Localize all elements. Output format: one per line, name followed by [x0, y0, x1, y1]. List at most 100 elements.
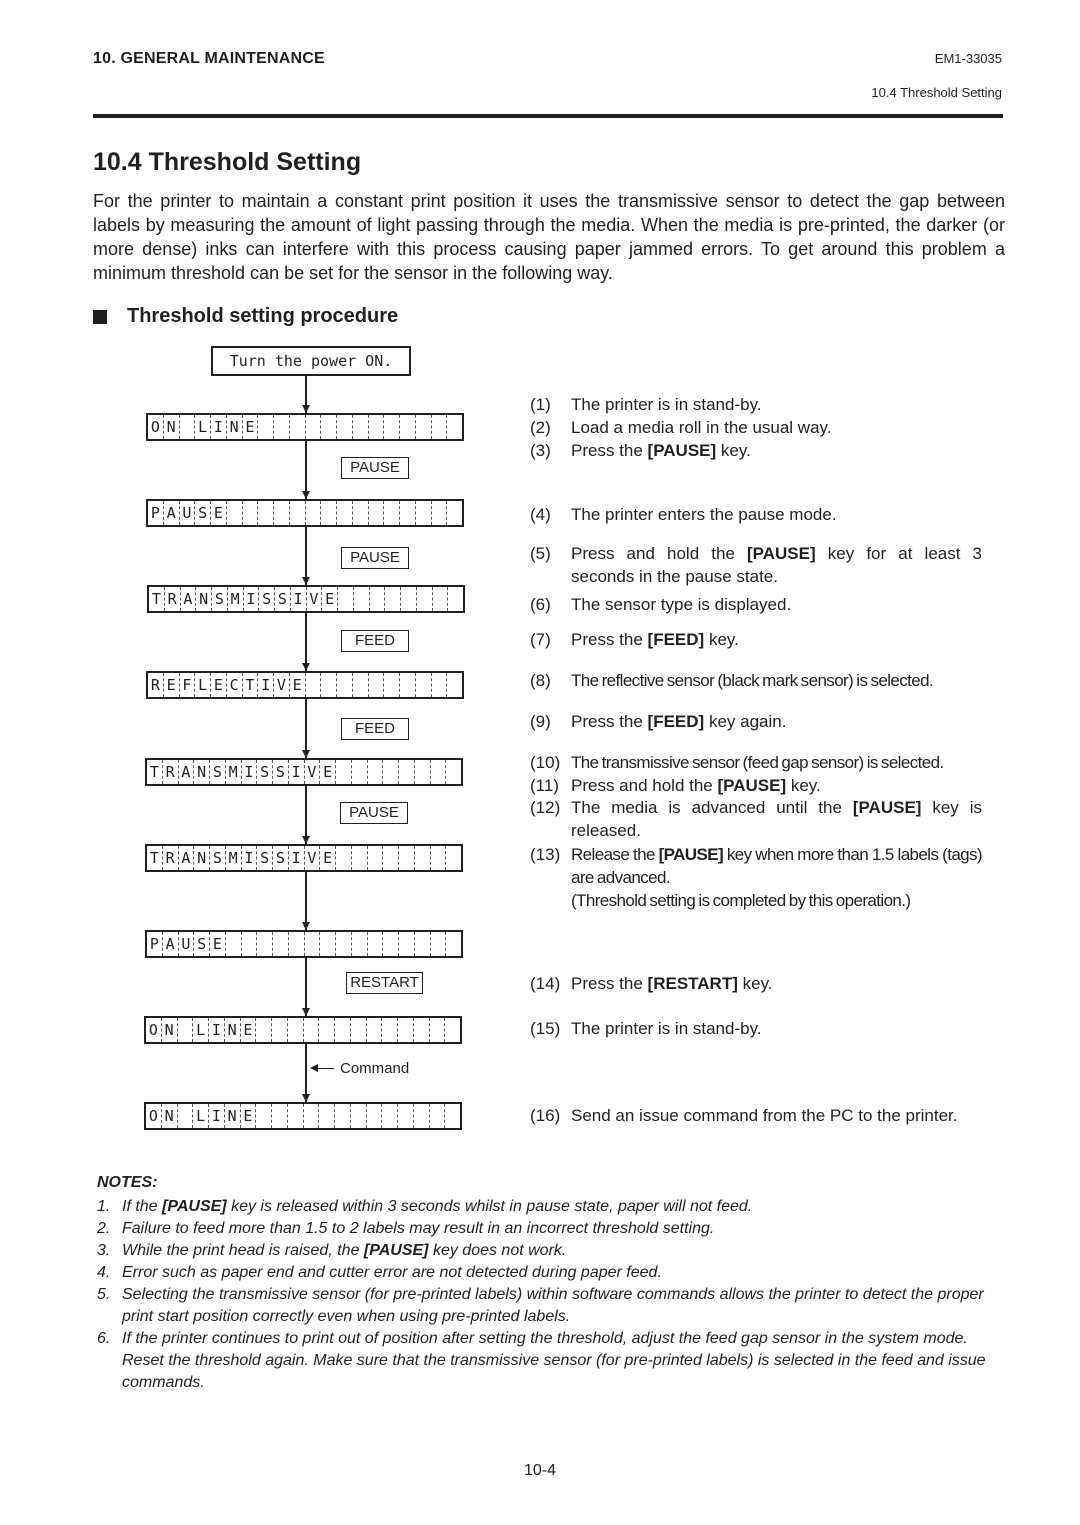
lcd-display: ON LINE: [144, 1016, 462, 1044]
lcd-char: [241, 501, 258, 525]
lcd-char: [445, 846, 461, 870]
lcd-char: A: [179, 587, 196, 611]
lcd-char: [225, 501, 242, 525]
lcd-char: [399, 501, 415, 525]
lcd-char: [381, 1018, 397, 1042]
lcd-char: [288, 501, 305, 525]
lcd-char: [351, 673, 368, 697]
lcd-char: [351, 415, 368, 439]
lcd-char: [273, 415, 289, 439]
lcd-char: R: [163, 587, 180, 611]
note-number: 4.: [97, 1264, 111, 1281]
lcd-char: [413, 760, 430, 784]
lcd-char: L: [194, 415, 210, 439]
arrow-down-icon: [302, 1008, 310, 1016]
lcd-char: I: [240, 760, 257, 784]
lcd-char: [428, 1104, 445, 1128]
lcd-char: S: [272, 846, 288, 870]
lcd-char: [286, 1018, 303, 1042]
step-item: (3) Press the [PAUSE] key.: [530, 439, 982, 462]
step-number: (5): [530, 544, 551, 563]
key-reference: [PAUSE]: [162, 1198, 227, 1215]
step-number: (6): [530, 595, 551, 614]
note-item: 3. While the print head is raised, the [P…: [97, 1240, 997, 1262]
lcd-char: S: [193, 932, 209, 956]
step-text: The transmissive sensor (feed gap sensor…: [571, 753, 944, 772]
lcd-char: [350, 760, 367, 784]
lcd-char: [381, 1104, 397, 1128]
step-item: (12) The media is advanced until the [PAU…: [530, 796, 982, 842]
lcd-char: [336, 501, 352, 525]
lcd-char: S: [209, 760, 225, 784]
arrow-down-icon: [302, 663, 310, 671]
command-label: Command: [340, 1060, 410, 1077]
lcd-char: [366, 846, 383, 870]
arrow-down-icon: [302, 1094, 310, 1102]
arrow-down-icon: [302, 577, 310, 585]
lcd-char: E: [321, 587, 337, 611]
step-text: Release the [PAUSE] key when more than 1…: [571, 845, 983, 910]
lcd-char: N: [195, 587, 211, 611]
lcd-char: L: [192, 1018, 208, 1042]
lcd-char: [272, 932, 288, 956]
step-number: (9): [530, 712, 551, 731]
lcd-char: M: [226, 587, 243, 611]
key-reference: [PAUSE]: [852, 798, 922, 817]
lcd-char: [336, 673, 352, 697]
lcd-char: I: [287, 846, 304, 870]
lcd-char: [320, 501, 336, 525]
lcd-char: [398, 932, 414, 956]
lcd-char: [367, 501, 384, 525]
lcd-char: E: [319, 846, 335, 870]
step-number: (8): [530, 671, 551, 690]
lcd-display: TRANSMISSIVE: [147, 585, 465, 613]
lcd-char: S: [274, 587, 290, 611]
lcd-char: [257, 501, 273, 525]
step-number: (10): [530, 753, 561, 772]
lcd-char: [350, 846, 367, 870]
lcd-char: [447, 587, 463, 611]
lcd-char: [352, 587, 369, 611]
lcd-char: [320, 673, 336, 697]
lcd-char: [365, 1018, 382, 1042]
lcd-char: N: [223, 1104, 240, 1128]
lcd-char: [304, 415, 321, 439]
step-number: (2): [530, 418, 551, 437]
step-text: Press the [FEED] key again.: [571, 712, 787, 731]
step-number: (4): [530, 505, 551, 524]
lcd-char: [383, 415, 399, 439]
note-number: 1.: [97, 1198, 111, 1215]
lcd-char: R: [150, 676, 160, 694]
key-reference: [PAUSE]: [647, 441, 717, 460]
step-item: (15) The printer is in stand-by.: [530, 1017, 982, 1040]
lcd-char: N: [160, 1104, 177, 1128]
key-reference: [PAUSE]: [363, 1242, 429, 1259]
lcd-display: PAUSE: [145, 930, 463, 958]
lcd-char: [336, 415, 352, 439]
lcd-char: E: [288, 673, 305, 697]
lcd-char: [288, 415, 305, 439]
lcd-char: N: [162, 415, 179, 439]
lcd-char: [337, 587, 353, 611]
note-number: 3.: [97, 1242, 111, 1259]
lcd-char: [303, 932, 320, 956]
lcd-char: N: [193, 846, 209, 870]
notes-list: 1. If the [PAUSE] key is released within …: [97, 1196, 997, 1394]
lcd-char: [414, 415, 431, 439]
lcd-char: S: [209, 846, 225, 870]
arrow-down-icon: [302, 750, 310, 758]
lcd-char: [365, 1104, 382, 1128]
lcd-char: I: [289, 587, 306, 611]
step-text: The reflective sensor (black mark sensor…: [571, 671, 934, 690]
arrow-down-icon: [302, 922, 310, 930]
lcd-char: [287, 932, 304, 956]
lcd-char: [430, 415, 447, 439]
flowchart: Turn the power ON. ON LINE PAUSE TRANSMI…: [0, 0, 520, 1160]
lcd-char: [383, 501, 399, 525]
lcd-char: [178, 415, 195, 439]
lcd-char: [334, 1018, 350, 1042]
step-item: (8) The reflective sensor (black mark sen…: [530, 669, 982, 692]
step-item: (10) The transmissive sensor (feed gap se…: [530, 751, 982, 774]
step-number: (11): [530, 776, 559, 795]
lcd-char: T: [149, 763, 159, 781]
